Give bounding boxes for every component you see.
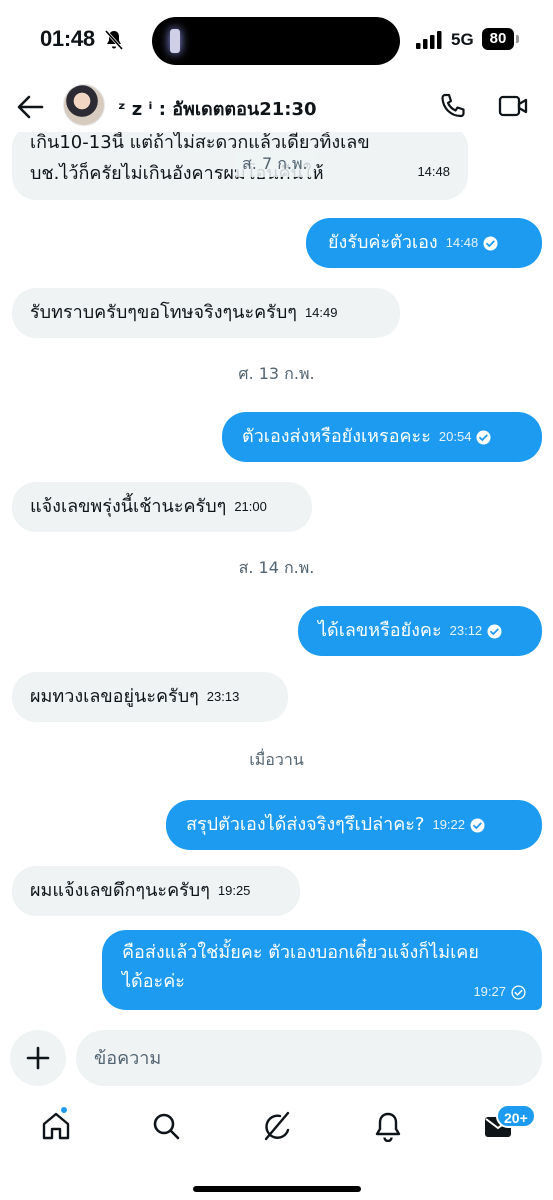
message-text: ตัวเองส่งหรือยังเหรอคะะ bbox=[242, 426, 431, 447]
avatar[interactable] bbox=[63, 84, 105, 126]
message-time: 14:49 bbox=[304, 305, 338, 320]
battery-tip bbox=[516, 35, 519, 43]
message-text: แจ้งเลขพรุ่งนี้เช้านะครับๆ bbox=[30, 496, 227, 517]
message-time: 19:27 bbox=[473, 984, 506, 999]
tab-search[interactable] bbox=[150, 1110, 182, 1142]
messages-badge: 20+ bbox=[496, 1104, 536, 1128]
message-time: 20:54 bbox=[438, 429, 472, 444]
message-time: 21:00 bbox=[234, 499, 267, 514]
grok-icon bbox=[264, 1111, 290, 1141]
message-text: คือส่งแล้วใช่มั้ยคะ ตัวเองบอกเดี๋ยวแจ้งก… bbox=[122, 942, 479, 963]
bell-icon bbox=[375, 1112, 401, 1143]
seen-check-icon bbox=[487, 624, 502, 638]
message-bubble-incoming[interactable]: รับทราบครับๆขอโทษจริงๆนะครับๆ 14:49 bbox=[12, 288, 400, 338]
message-bubble-incoming[interactable]: ผมแจ้งเลขดึกๆนะครับๆ 19:25 bbox=[12, 866, 300, 916]
bell-off-icon bbox=[104, 30, 124, 50]
contact-name[interactable]: ᶻ z ⁱ : อัพเดตตอน21:30 bbox=[118, 94, 317, 123]
network-type: 5G bbox=[451, 30, 474, 49]
date-separator: ศ. 13 ก.พ. bbox=[238, 364, 315, 383]
date-separator: ส. 7 ก.พ. bbox=[236, 152, 314, 177]
video-icon[interactable] bbox=[498, 94, 528, 118]
tab-notifications[interactable] bbox=[372, 1110, 404, 1143]
conversation-header: ᶻ z ⁱ : อัพเดตตอน21:30 bbox=[0, 80, 553, 132]
message-list[interactable]: เกิน10-13นี้ แต่ถ้าไม่สะดวกแล้วเดี๋ยวทิ้… bbox=[0, 132, 553, 1022]
date-separator: เมื่อวาน bbox=[249, 750, 304, 769]
status-time: 01:48 bbox=[40, 26, 95, 51]
message-text: ผมทวงเลขอยู่นะครับๆ bbox=[30, 686, 199, 707]
seen-check-icon bbox=[476, 430, 491, 444]
seen-check-icon bbox=[470, 818, 485, 832]
tab-home[interactable] bbox=[40, 1110, 72, 1142]
signal-icon bbox=[416, 31, 442, 49]
date-separator: ส. 14 ก.พ. bbox=[238, 558, 315, 577]
message-bubble-incoming[interactable]: แจ้งเลขพรุ่งนี้เช้านะครับๆ 21:00 bbox=[12, 482, 312, 532]
message-bubble-outgoing[interactable]: ตัวเองส่งหรือยังเหรอคะะ 20:54 bbox=[222, 412, 542, 462]
message-text: ได้เลขหรือยังคะ bbox=[318, 620, 442, 641]
message-bubble-outgoing[interactable]: ได้เลขหรือยังคะ 23:12 bbox=[298, 606, 542, 656]
sent-check-icon bbox=[511, 984, 526, 1000]
message-composer[interactable] bbox=[76, 1030, 542, 1086]
notification-dot bbox=[60, 1106, 68, 1114]
home-indicator[interactable] bbox=[193, 1186, 361, 1192]
message-time: 23:13 bbox=[206, 689, 240, 704]
search-icon bbox=[153, 1113, 180, 1140]
message-bubble-outgoing[interactable]: คือส่งแล้วใช่มั้ยคะ ตัวเองบอกเดี๋ยวแจ้งก… bbox=[102, 930, 542, 1010]
home-icon bbox=[42, 1112, 70, 1140]
seen-check-icon bbox=[483, 236, 498, 250]
message-bubble-outgoing[interactable]: ยังรับค่ะตัวเอง 14:48 bbox=[306, 218, 542, 268]
message-text: ผมแจ้งเลขดึกๆนะครับๆ bbox=[30, 880, 210, 901]
message-time: 14:48 bbox=[445, 235, 479, 250]
message-bubble-outgoing[interactable]: สรุปตัวเองได้ส่งจริงๆรึเปล่าคะ? 19:22 bbox=[166, 800, 542, 850]
add-media-button[interactable] bbox=[10, 1030, 66, 1086]
message-input[interactable] bbox=[94, 1030, 514, 1086]
bottom-tab-bar: 20+ bbox=[0, 1100, 553, 1200]
flashlight-icon bbox=[170, 29, 180, 53]
message-time: 19:25 bbox=[217, 883, 251, 898]
message-text: รับทราบครับๆขอโทษจริงๆนะครับๆ bbox=[30, 302, 297, 323]
message-text: ยังรับค่ะตัวเอง bbox=[328, 232, 438, 253]
battery-level: 80 bbox=[482, 28, 514, 50]
plus-icon bbox=[26, 1046, 50, 1070]
message-time: 14:48 bbox=[417, 164, 450, 179]
phone-icon[interactable] bbox=[440, 93, 466, 119]
message-bubble-incoming[interactable]: ผมทวงเลขอยู่นะครับๆ 23:13 bbox=[12, 672, 288, 722]
tab-grok[interactable] bbox=[260, 1110, 292, 1142]
status-bar: 01:48 5G 80 bbox=[0, 0, 553, 80]
message-time: 23:12 bbox=[449, 623, 483, 638]
dynamic-island bbox=[152, 17, 400, 65]
message-time: 19:22 bbox=[432, 817, 466, 832]
back-arrow-icon[interactable] bbox=[16, 94, 44, 120]
message-text: สรุปตัวเองได้ส่งจริงๆรึเปล่าคะ? bbox=[186, 814, 425, 835]
